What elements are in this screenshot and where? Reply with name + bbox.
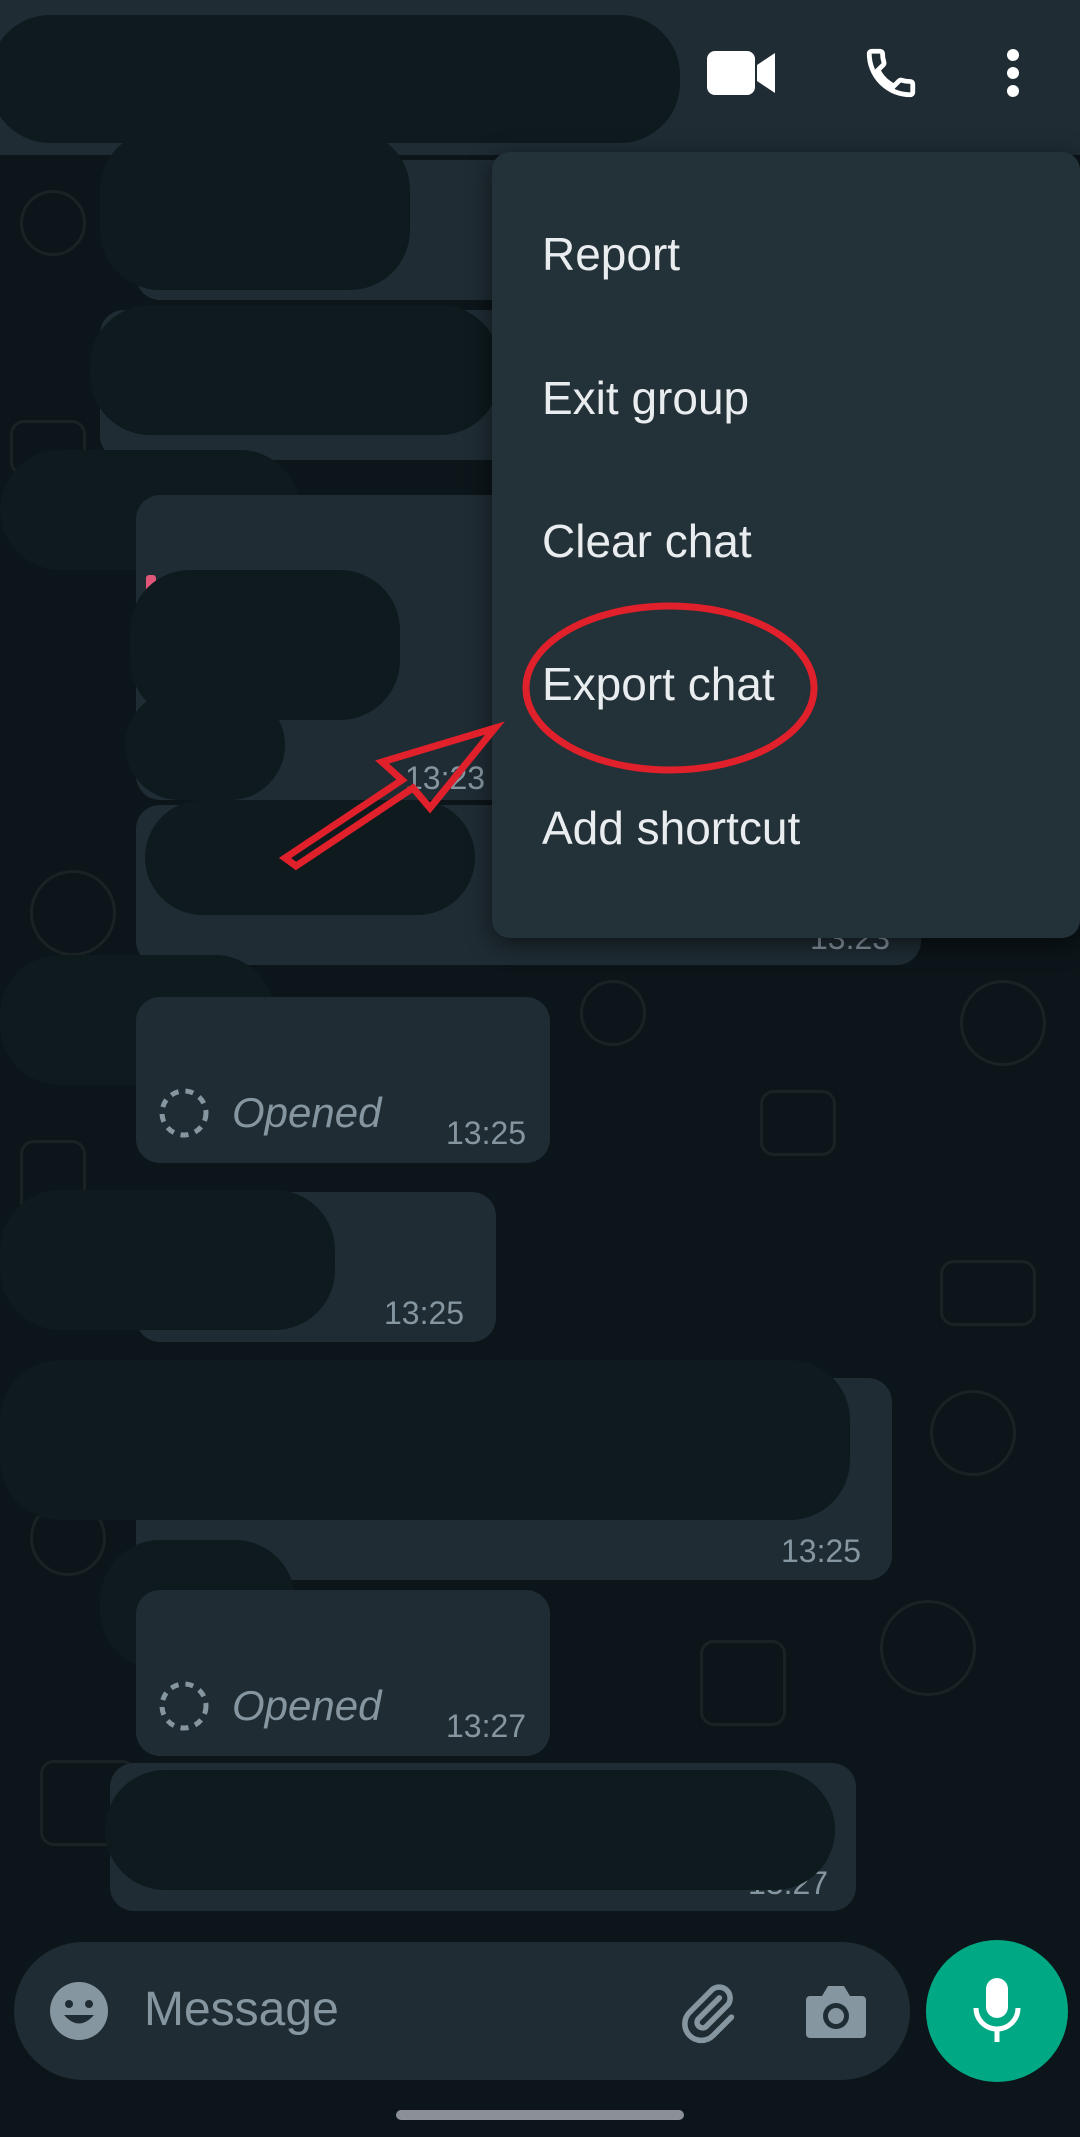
overflow-menu: Report Exit group Clear chat Export chat… xyxy=(492,152,1080,938)
redacted-content xyxy=(0,1190,335,1330)
message-composer[interactable]: Message xyxy=(14,1942,910,2080)
message-bubble[interactable]: Opened 13:27 xyxy=(136,1590,550,1756)
view-once-status: Opened xyxy=(156,1678,381,1734)
redacted-content xyxy=(90,305,500,435)
doodle xyxy=(940,1260,1036,1326)
doodle xyxy=(20,190,86,256)
gesture-nav-bar[interactable] xyxy=(396,2110,684,2120)
message-input[interactable]: Message xyxy=(144,1982,339,2037)
redacted-content xyxy=(125,690,285,800)
microphone-icon xyxy=(973,1978,1021,2042)
opened-label: Opened xyxy=(232,1682,382,1729)
message-time: 13:25 xyxy=(446,1115,527,1151)
menu-item-exit-group[interactable]: Exit group xyxy=(542,371,749,425)
redacted-group-name[interactable] xyxy=(0,15,680,143)
view-once-icon xyxy=(159,1681,209,1731)
menu-item-export-chat[interactable]: Export chat xyxy=(542,657,775,711)
message-time: 13:23 xyxy=(405,760,486,796)
camera-icon[interactable] xyxy=(804,1982,868,2040)
menu-item-clear-chat[interactable]: Clear chat xyxy=(542,514,752,568)
message-bubble[interactable]: Opened 13:25 xyxy=(136,997,550,1163)
doodle xyxy=(700,1640,786,1726)
message-time: 13:25 xyxy=(384,1295,465,1331)
voice-record-button[interactable] xyxy=(926,1940,1068,2082)
view-once-status: Opened xyxy=(156,1085,381,1141)
doodle xyxy=(760,1090,836,1156)
doodle xyxy=(930,1390,1016,1476)
message-time: 13:25 xyxy=(781,1533,862,1569)
more-vertical-icon[interactable] xyxy=(996,40,1030,106)
message-time: 13:27 xyxy=(446,1708,527,1744)
phone-icon[interactable] xyxy=(858,40,924,106)
opened-label: Opened xyxy=(232,1089,382,1136)
doodle xyxy=(960,980,1046,1066)
doodle xyxy=(30,870,116,956)
menu-item-add-shortcut[interactable]: Add shortcut xyxy=(542,801,800,855)
redacted-content xyxy=(145,800,475,915)
doodle xyxy=(580,980,646,1046)
redacted-content xyxy=(105,1770,835,1890)
view-once-icon xyxy=(159,1088,209,1138)
paperclip-icon[interactable] xyxy=(674,1980,740,2046)
redacted-content xyxy=(0,1360,850,1520)
doodle xyxy=(880,1600,976,1696)
menu-item-report[interactable]: Report xyxy=(542,227,680,281)
video-camera-icon[interactable] xyxy=(705,40,779,106)
redacted-content xyxy=(100,130,410,290)
emoji-icon[interactable] xyxy=(48,1980,110,2042)
